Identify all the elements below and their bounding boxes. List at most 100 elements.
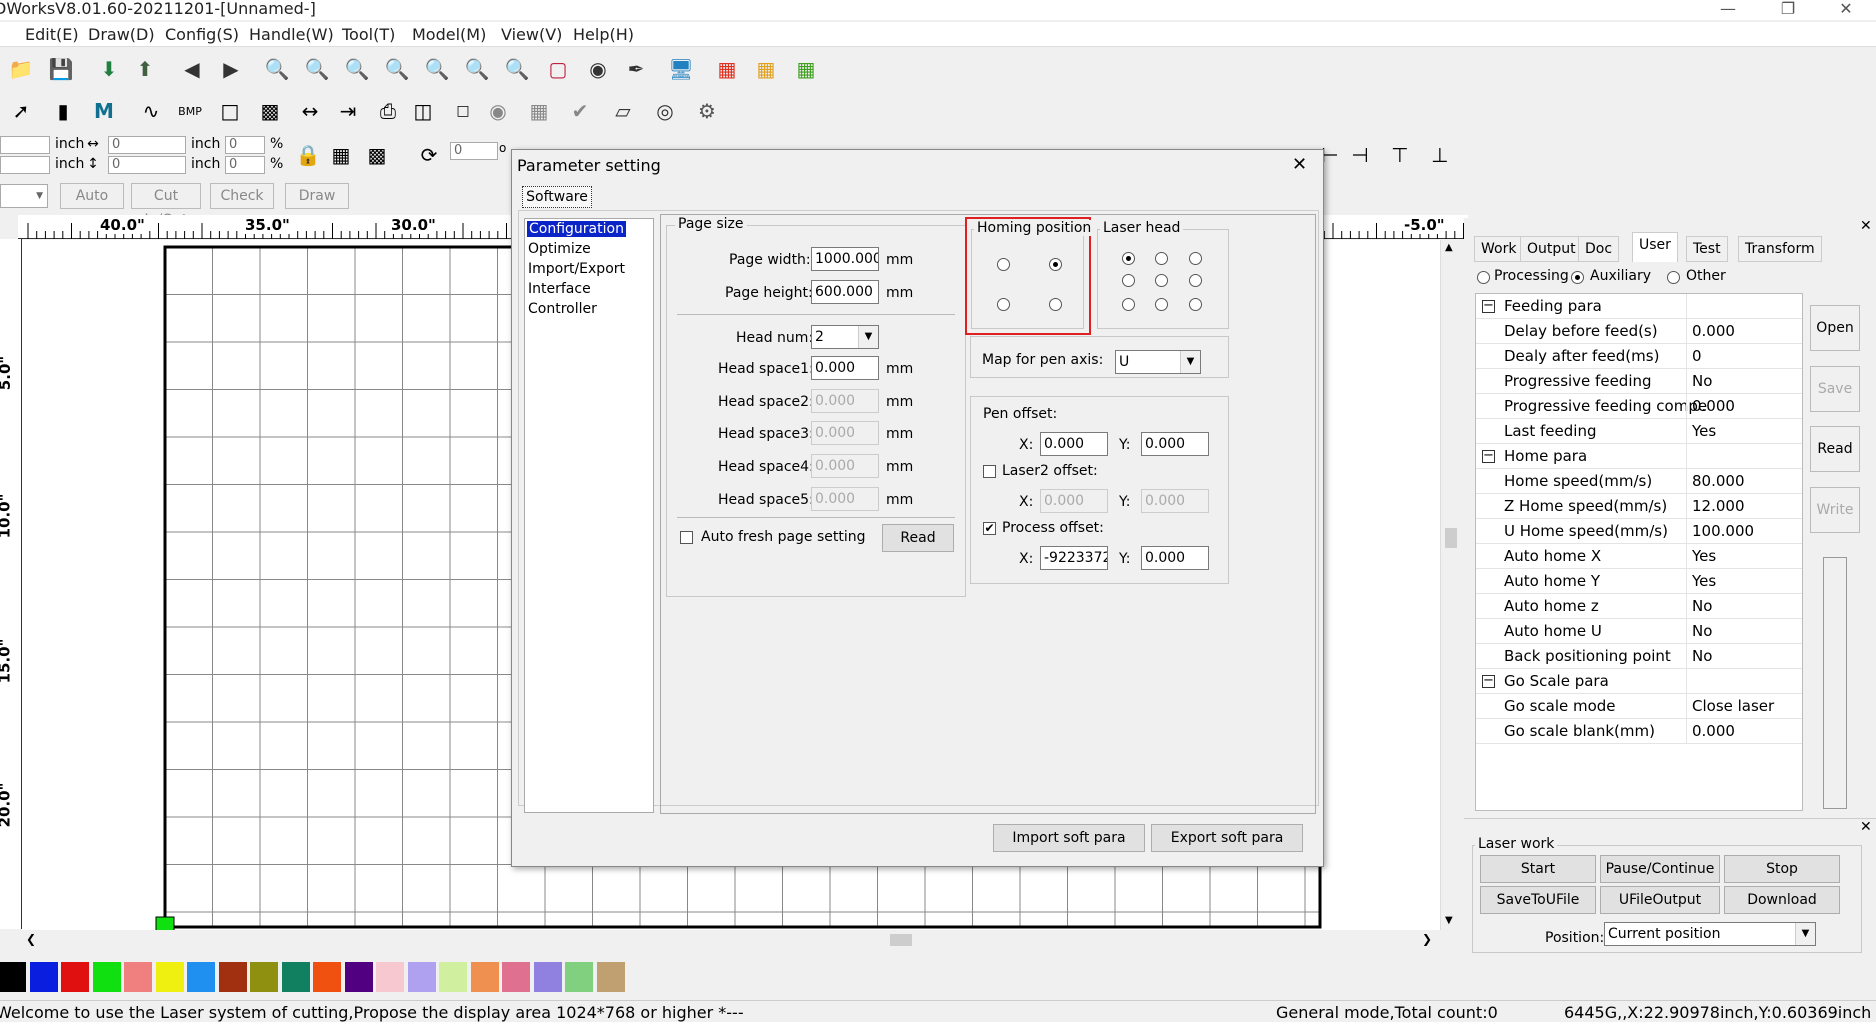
read-button[interactable]: Read (1810, 426, 1860, 472)
menu-config[interactable]: Config(S) (165, 25, 239, 44)
auto-button[interactable]: Auto (60, 183, 124, 209)
pen-offset-x-input[interactable]: 0.000 (1040, 432, 1108, 456)
menu-handle[interactable]: Handle(W) (249, 25, 334, 44)
tree-item-configuration[interactable]: Configuration (527, 221, 626, 237)
property-value[interactable]: 0.000 (1692, 394, 1735, 419)
distribute-h-icon[interactable]: ↔ (295, 96, 325, 126)
close-icon[interactable]: ✕ (1826, 0, 1866, 18)
start-button[interactable]: Start (1480, 855, 1596, 883)
collapse-icon[interactable]: − (1482, 449, 1495, 463)
color-swatch[interactable] (407, 962, 436, 992)
export-icon[interactable]: ⬆ (130, 54, 160, 84)
property-group[interactable]: − Home para (1476, 444, 1802, 469)
menu-model[interactable]: Model(M) (412, 25, 486, 44)
tree-item-import-export[interactable]: Import/Export (528, 261, 625, 277)
align-bottom-icon[interactable]: ⊥ (1425, 140, 1455, 170)
eraser-icon[interactable]: ▱ (608, 96, 638, 126)
y-pos-field[interactable] (0, 156, 50, 174)
property-row[interactable]: Go scale blank(mm) 0.000 (1476, 719, 1802, 744)
tab-test[interactable]: Test (1686, 236, 1728, 262)
property-value[interactable]: 80.000 (1692, 469, 1745, 494)
tab-user[interactable]: User (1632, 232, 1678, 262)
menu-edit[interactable]: Edit(E) (25, 25, 79, 44)
scroll-up-icon[interactable]: ▲ (1445, 242, 1453, 253)
layer-icon[interactable]: ◫ (408, 96, 438, 126)
property-row[interactable]: Back positioning point No (1476, 644, 1802, 669)
menu-tool[interactable]: Tool(T) (342, 25, 395, 44)
lock-icon[interactable]: 🔒 (293, 140, 323, 170)
ufile-output-button[interactable]: UFileOutput (1600, 886, 1720, 914)
maximize-icon[interactable]: ❐ (1768, 0, 1808, 18)
mode-processing-radio[interactable] (1477, 271, 1490, 284)
collapse-icon[interactable]: − (1482, 299, 1495, 313)
distribute-v-icon[interactable]: ⇥ (333, 96, 363, 126)
array-red-icon[interactable]: ▦ (712, 54, 742, 84)
cut-in-out-button[interactable]: Cut In/Out (131, 183, 201, 228)
eye-icon[interactable]: ◎ (650, 96, 680, 126)
scroll-left-icon[interactable]: ❮ (26, 932, 36, 946)
array-yellow-icon[interactable]: ▦ (751, 54, 781, 84)
tab-software[interactable]: Software (522, 186, 592, 208)
mode-other-radio[interactable] (1667, 271, 1680, 284)
tree-item-controller[interactable]: Controller (528, 301, 597, 317)
tab-doc[interactable]: Doc (1578, 236, 1620, 262)
color-swatch[interactable] (29, 962, 58, 992)
check-button[interactable]: Check (210, 183, 274, 209)
head-space1-input[interactable]: 0.000 (811, 356, 879, 380)
read-button[interactable]: Read (882, 524, 954, 552)
homing-top-left-radio[interactable] (997, 258, 1010, 271)
tab-output[interactable]: Output (1520, 236, 1583, 262)
node-icon[interactable]: ◉ (583, 54, 613, 84)
side-slider[interactable] (1823, 557, 1847, 809)
property-value[interactable]: Yes (1692, 544, 1716, 569)
property-value[interactable]: No (1692, 594, 1712, 619)
head-num-select[interactable]: 2 ▼ (811, 325, 879, 349)
rectangle-icon[interactable]: □ (215, 96, 245, 126)
property-value[interactable]: No (1692, 644, 1712, 669)
scroll-thumb[interactable] (1445, 528, 1457, 548)
open-folder-icon[interactable]: 📁 (6, 54, 36, 84)
property-row[interactable]: Auto home z No (1476, 594, 1802, 619)
property-value[interactable]: Close laser (1692, 694, 1774, 719)
property-row[interactable]: Auto home X Yes (1476, 544, 1802, 569)
redo-icon[interactable]: ▶ (216, 54, 246, 84)
property-value[interactable]: 100.000 (1692, 519, 1754, 544)
scroll-down-icon[interactable]: ▼ (1445, 915, 1453, 926)
laser-head-radio[interactable] (1189, 252, 1202, 265)
save-button[interactable]: Save (1810, 366, 1860, 412)
property-row[interactable]: Auto home Y Yes (1476, 569, 1802, 594)
menu-help[interactable]: Help(H) (573, 25, 634, 44)
x-pos-field[interactable] (0, 136, 50, 154)
property-value[interactable]: 0.000 (1692, 319, 1735, 344)
download-button[interactable]: Download (1724, 886, 1840, 914)
grid-icon[interactable]: ▦ (326, 140, 356, 170)
property-value[interactable]: 0 (1692, 344, 1702, 369)
zoom-plus-icon[interactable]: 🔍 (302, 54, 332, 84)
color-swatch[interactable] (187, 962, 215, 992)
color-swatch[interactable] (565, 962, 593, 992)
array-green-icon[interactable]: ▦ (791, 54, 821, 84)
property-row[interactable]: Z Home speed(mm/s) 12.000 (1476, 494, 1802, 519)
laser-head-radio[interactable] (1155, 274, 1168, 287)
small-box-icon[interactable]: □ (448, 96, 478, 126)
process-offset-x-input[interactable]: -92233720 (1040, 546, 1108, 570)
height-pct-field[interactable]: 0 (225, 156, 265, 174)
bmp-icon[interactable]: BMP (175, 96, 205, 126)
laser-head-radio[interactable] (1189, 274, 1202, 287)
import-icon[interactable]: ⬇ (94, 54, 124, 84)
align-top-icon[interactable]: ⊤ (1385, 140, 1415, 170)
save-to-ufile-button[interactable]: SaveToUFile (1480, 886, 1596, 914)
rotate-field[interactable]: 0 (450, 142, 498, 160)
laser-head-radio[interactable] (1155, 298, 1168, 311)
export-soft-para-button[interactable]: Export soft para (1151, 824, 1303, 852)
dotted-select-icon[interactable]: ▦ (524, 96, 554, 126)
scroll-right-icon[interactable]: ❯ (1422, 932, 1432, 946)
zoom-all-icon[interactable]: 🔍 (502, 54, 532, 84)
tree-item-optimize[interactable]: Optimize (528, 241, 591, 257)
laser-head-radio[interactable] (1122, 298, 1135, 311)
stop-button[interactable]: Stop (1724, 855, 1840, 883)
color-swatch[interactable] (533, 962, 562, 992)
chevron-down-icon[interactable]: ▼ (858, 326, 878, 348)
align-icon[interactable]: ▩ (255, 96, 285, 126)
width-field[interactable]: 0 (108, 136, 186, 154)
